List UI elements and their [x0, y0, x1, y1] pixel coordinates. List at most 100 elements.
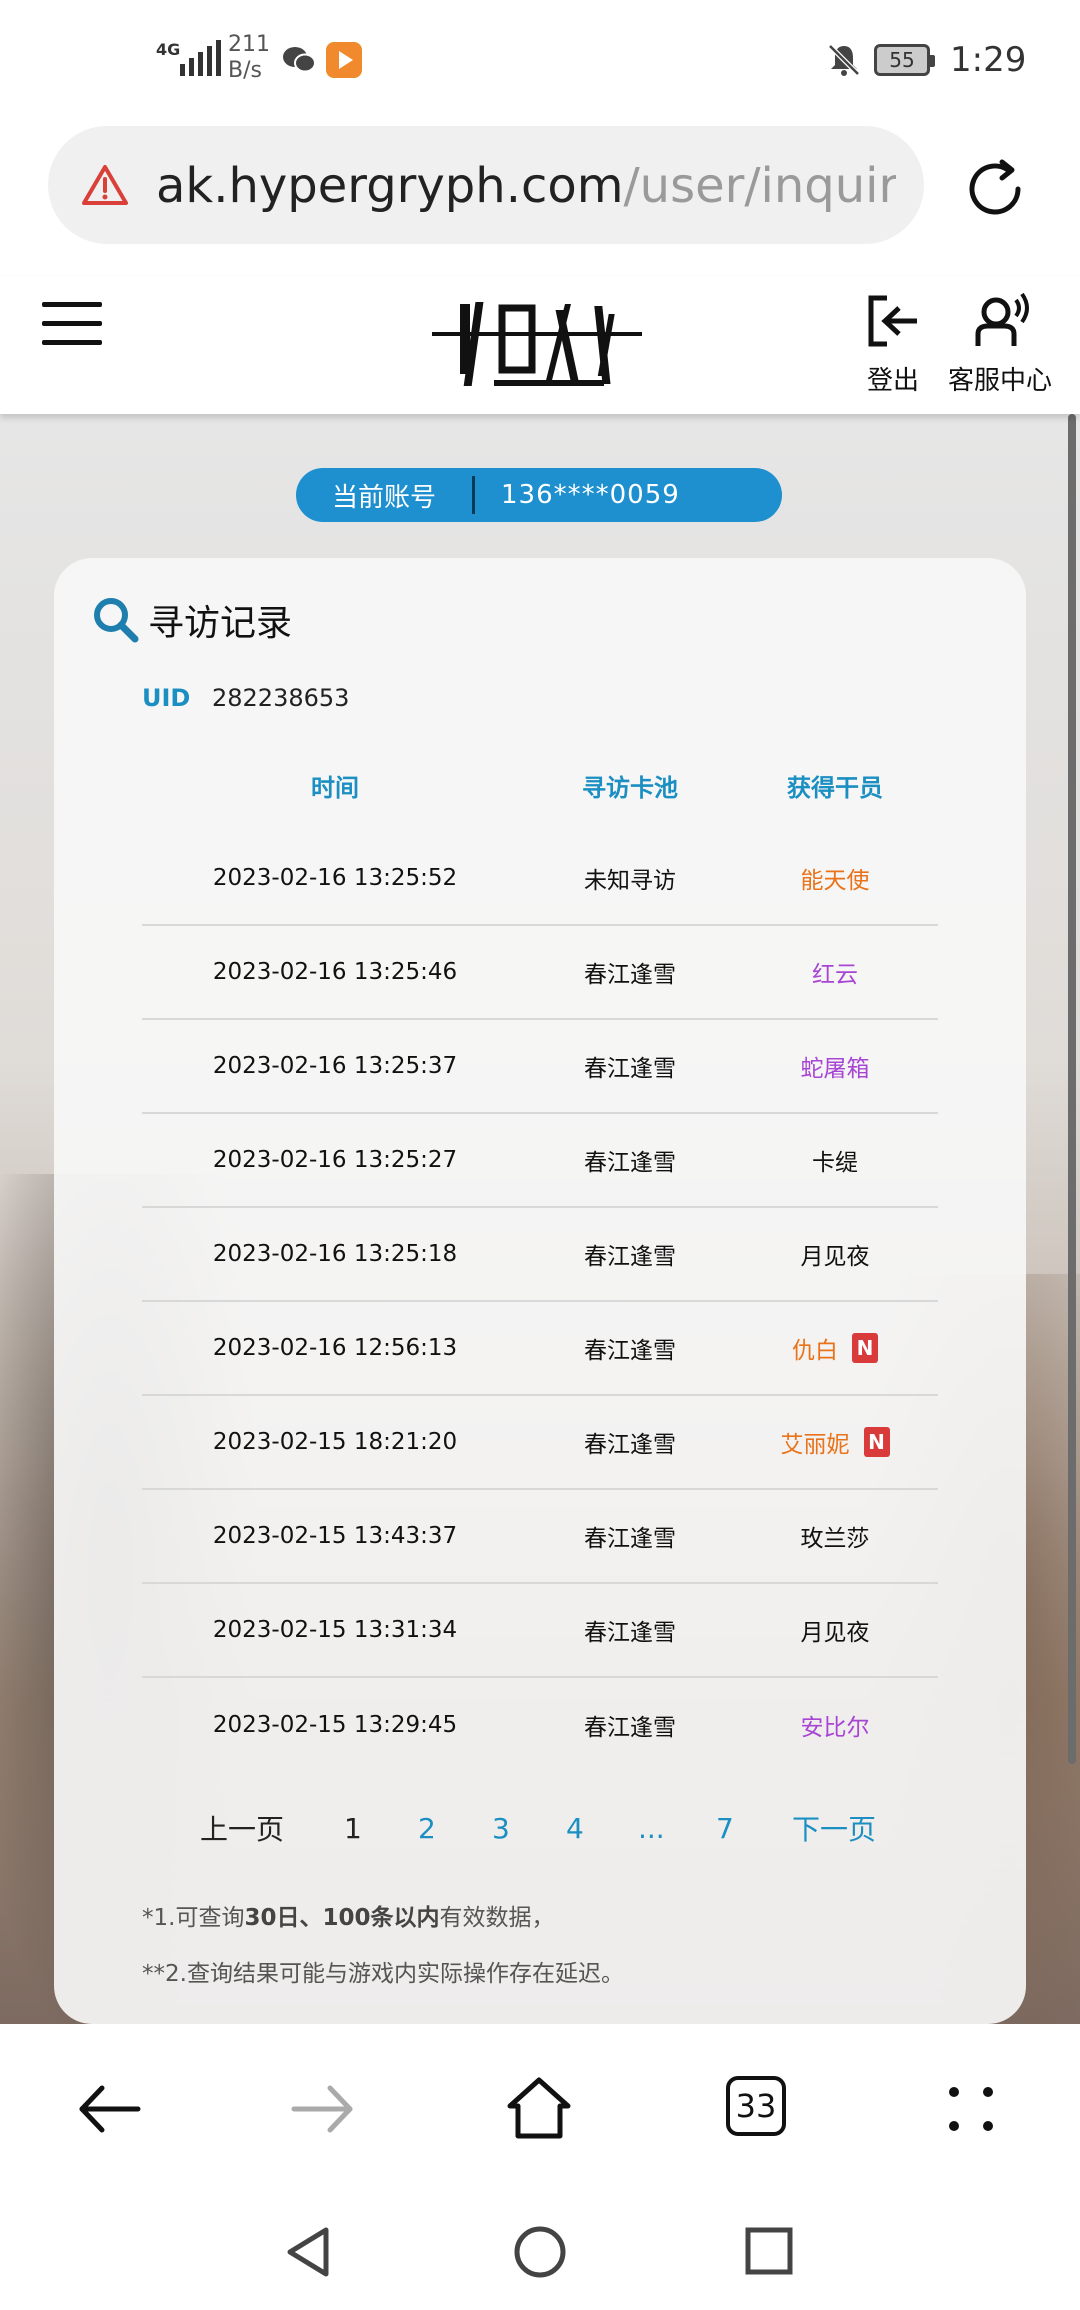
- more-icon[interactable]: [936, 2074, 1006, 2144]
- operator-name: 安比尔: [800, 1715, 870, 1741]
- page-link-current[interactable]: 1: [344, 1812, 362, 1845]
- row-operator: 玫兰莎: [732, 1519, 938, 1553]
- row-operator: 艾丽妮 N: [732, 1425, 938, 1459]
- reload-icon[interactable]: [962, 156, 1028, 222]
- table-row: 2023-02-15 18:21:20 春江逢雪 艾丽妮 N: [142, 1396, 938, 1490]
- new-badge: N: [863, 1427, 890, 1457]
- page-title: 寻访记录: [148, 603, 293, 644]
- row-time: 2023-02-16 13:25:52: [212, 865, 458, 891]
- table-header: 时间 寻访卡池 获得干员: [142, 738, 938, 832]
- uid-label: UID: [142, 684, 191, 712]
- operator-name: 仇白: [792, 1338, 838, 1364]
- network-type: 4G: [156, 40, 181, 59]
- logout-icon: [868, 295, 917, 347]
- row-time: 2023-02-15 13:29:45: [212, 1712, 458, 1738]
- bell-muted-icon: [828, 44, 860, 76]
- row-time: 2023-02-16 12:56:13: [212, 1335, 458, 1361]
- wechat-icon: [283, 47, 316, 73]
- clock: 1:29: [950, 40, 1027, 80]
- table-row: 2023-02-15 13:31:34 春江逢雪 月见夜: [142, 1584, 938, 1678]
- row-pool: 春江逢雪: [584, 1620, 676, 1646]
- page-scrollbar[interactable]: [1068, 414, 1076, 1764]
- speed-unit: B/s: [228, 58, 262, 83]
- new-badge: N: [852, 1333, 878, 1363]
- logout-button[interactable]: 登出: [862, 290, 924, 397]
- customer-service-button[interactable]: 客服中心: [946, 290, 1054, 397]
- column-header-operator: 获得干员: [787, 773, 883, 802]
- account-value: 136****0059: [501, 480, 680, 510]
- column-header-time: 时间: [311, 773, 359, 802]
- forward-icon[interactable]: [288, 2074, 358, 2144]
- operator-name: 能天使: [800, 868, 870, 894]
- history-table: 时间 寻访卡池 获得干员 2023-02-16 13:25:52 未知寻访 能天…: [142, 738, 938, 1772]
- row-operator: 仇白 N: [732, 1331, 938, 1365]
- page-link-3[interactable]: 3: [492, 1812, 510, 1845]
- row-operator: 月见夜: [732, 1613, 938, 1647]
- row-pool: 春江逢雪: [584, 962, 676, 988]
- page-link-7[interactable]: 7: [716, 1812, 734, 1845]
- row-pool: 春江逢雪: [584, 1526, 676, 1552]
- nav-home-icon[interactable]: [512, 2224, 568, 2280]
- row-time: 2023-02-15 13:43:37: [212, 1523, 458, 1549]
- footnote-1-suffix: 有效数据，: [439, 1905, 555, 1931]
- row-time: 2023-02-15 13:31:34: [212, 1617, 458, 1643]
- battery-icon: 55: [874, 44, 935, 76]
- table-row: 2023-02-16 13:25:18 春江逢雪 月见夜: [142, 1208, 938, 1302]
- site-header: 登出 客服中心: [0, 276, 1080, 414]
- operator-name: 艾丽妮: [780, 1432, 850, 1458]
- page-link-4[interactable]: 4: [566, 1812, 584, 1845]
- next-page-link[interactable]: 下一页: [792, 1808, 876, 1848]
- app-notification-icon: [326, 42, 362, 78]
- nav-back-icon[interactable]: [282, 2224, 334, 2280]
- row-operator: 能天使: [732, 861, 938, 895]
- row-pool: 春江逢雪: [584, 1244, 676, 1270]
- status-bar: 4G 211 B/s 55 1:29: [0, 0, 1080, 120]
- row-pool: 春江逢雪: [584, 1432, 676, 1458]
- table-row: 2023-02-16 13:25:27 春江逢雪 卡缇: [142, 1114, 938, 1208]
- headset-icon: [975, 292, 1029, 346]
- row-time: 2023-02-16 13:25:37: [212, 1053, 458, 1079]
- operator-name: 红云: [812, 962, 858, 988]
- speed-value: 211: [228, 32, 270, 57]
- footnote-2: **2.查询结果可能与游戏内实际操作存在延迟。: [142, 1961, 624, 1987]
- row-operator: 红云: [732, 955, 938, 989]
- operator-name: 玫兰莎: [800, 1526, 870, 1552]
- row-time: 2023-02-16 13:25:27: [212, 1147, 458, 1173]
- arknights-logo[interactable]: [420, 284, 660, 400]
- column-header-pool: 寻访卡池: [582, 773, 678, 802]
- url-text[interactable]: ak.hypergryph.com/user/inquiryGa: [156, 158, 896, 214]
- row-time: 2023-02-15 18:21:20: [212, 1429, 458, 1455]
- url-domain: ak.hypergryph.com: [156, 158, 624, 214]
- current-account-pill: 当前账号 136****0059: [296, 468, 782, 522]
- tabs-button[interactable]: 33: [726, 2076, 786, 2136]
- row-pool: 春江逢雪: [584, 1150, 676, 1176]
- search-icon: [94, 598, 139, 643]
- uid-row: UID 282238653: [142, 684, 349, 712]
- row-pool: 春江逢雪: [584, 1056, 676, 1082]
- row-pool: 春江逢雪: [584, 1338, 676, 1364]
- nav-recents-icon[interactable]: [744, 2226, 794, 2276]
- card-title: 寻访记录: [92, 594, 292, 646]
- uid-value: 282238653: [211, 684, 350, 712]
- back-icon[interactable]: [74, 2074, 144, 2144]
- customer-service-label: 客服中心: [947, 366, 1052, 396]
- row-operator: 月见夜: [732, 1237, 938, 1271]
- prev-page-link[interactable]: 上一页: [200, 1808, 284, 1848]
- network-speed: 211 B/s: [228, 32, 270, 84]
- pagination: 上一页 1 2 3 4 ... 7 下一页: [54, 1808, 1026, 1848]
- row-operator: 蛇屠箱: [732, 1049, 938, 1083]
- logout-label: 登出: [866, 366, 919, 396]
- row-operator: 安比尔: [732, 1708, 938, 1742]
- menu-icon[interactable]: [42, 302, 102, 348]
- row-time: 2023-02-16 13:25:46: [212, 959, 458, 985]
- row-time: 2023-02-16 13:25:18: [212, 1241, 458, 1267]
- warning-icon[interactable]: [82, 164, 128, 206]
- address-bar[interactable]: ak.hypergryph.com/user/inquiryGa: [48, 126, 924, 244]
- operator-name: 月见夜: [800, 1244, 870, 1270]
- page-link-2[interactable]: 2: [418, 1812, 436, 1845]
- row-operator: 卡缇: [732, 1143, 938, 1177]
- home-icon[interactable]: [504, 2074, 574, 2144]
- table-row: 2023-02-15 13:43:37 春江逢雪 玫兰莎: [142, 1490, 938, 1584]
- browser-toolbar: 33: [0, 2024, 1080, 2194]
- table-row: 2023-02-16 13:25:52 未知寻访 能天使: [142, 832, 938, 926]
